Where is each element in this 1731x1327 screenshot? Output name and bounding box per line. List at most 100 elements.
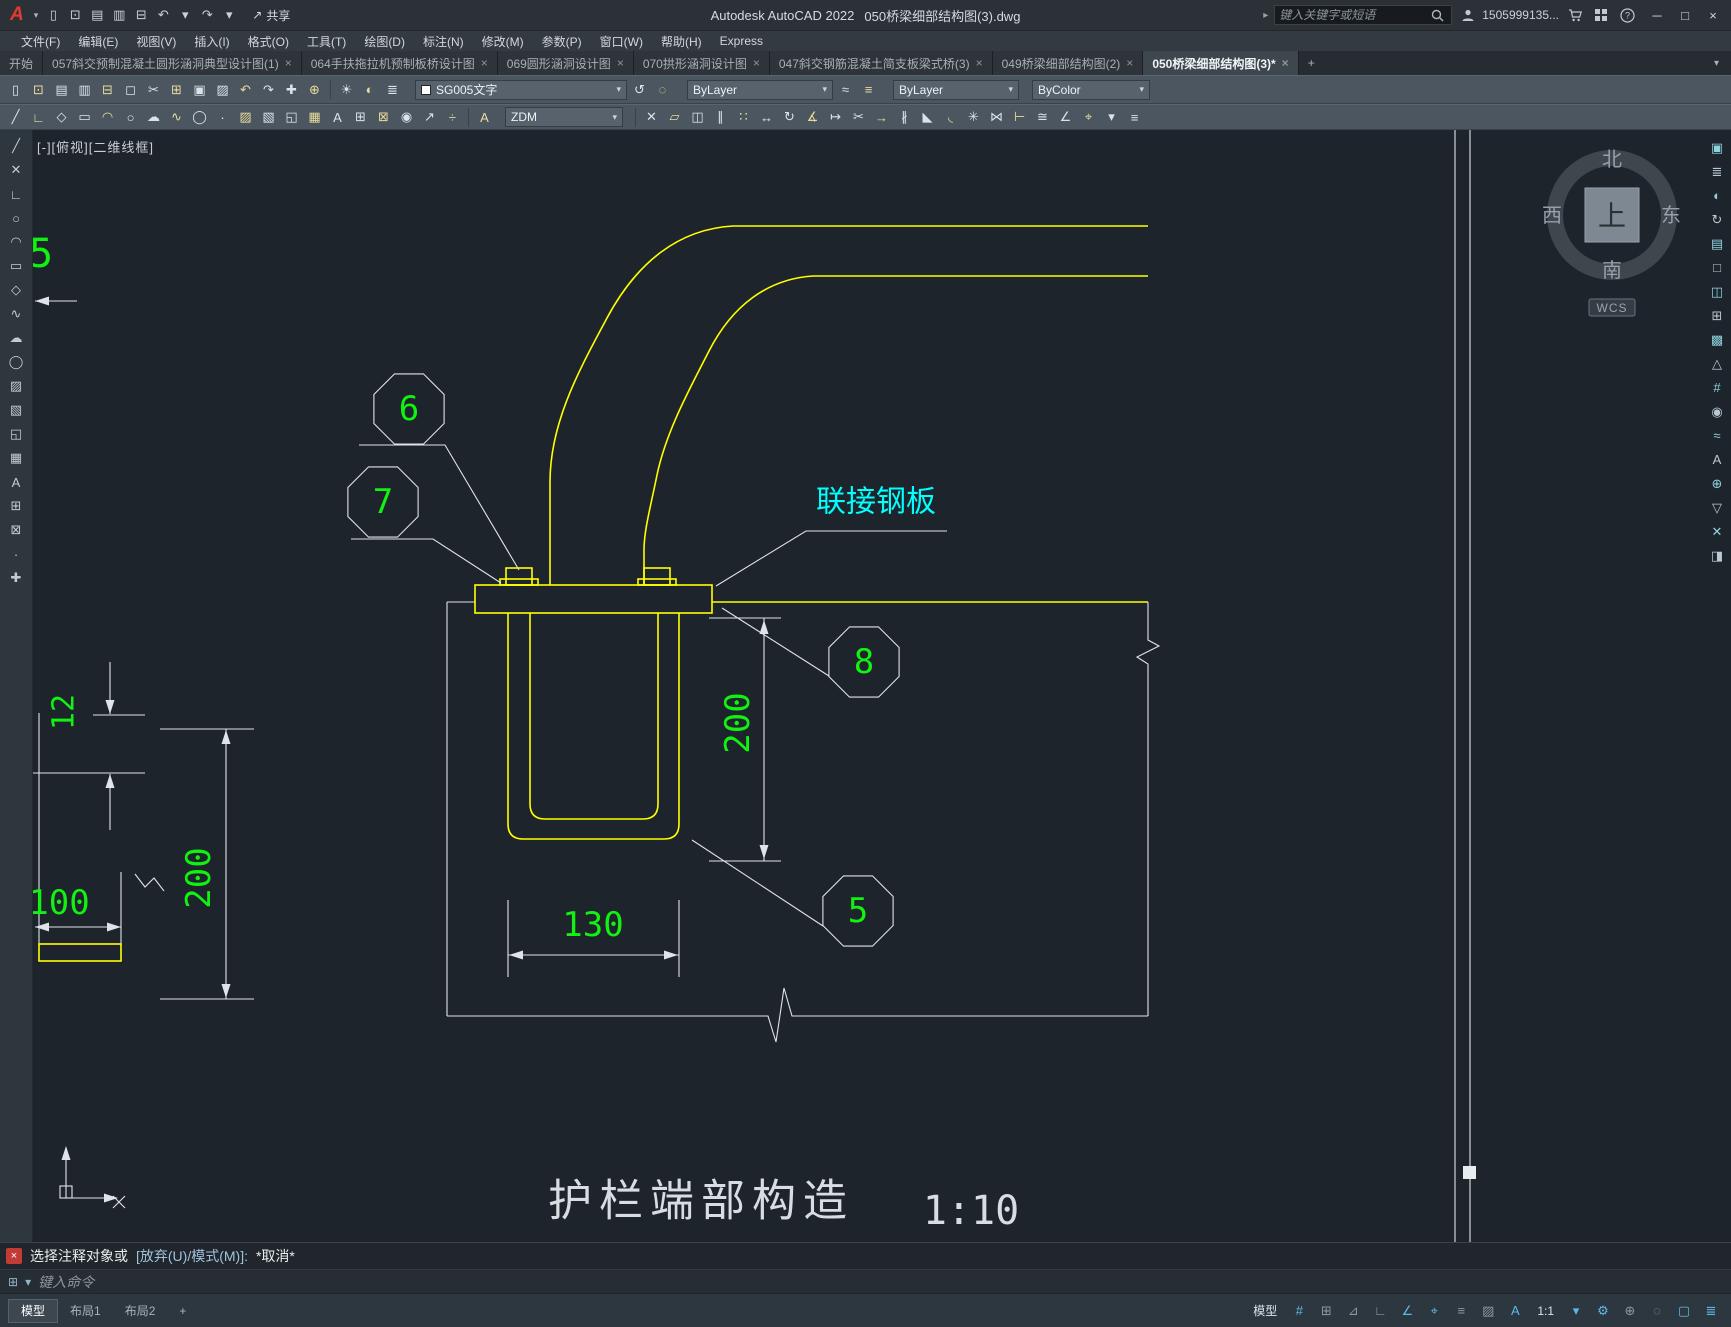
erase-icon[interactable]: ✕ <box>640 107 663 128</box>
menu-edit[interactable]: 编辑(E) <box>69 31 127 51</box>
nav-hatch-icon[interactable]: ▩ <box>1706 329 1728 350</box>
scale-icon[interactable]: ∡ <box>801 107 824 128</box>
callout-7[interactable]: 7 <box>347 466 502 584</box>
doc-tab-049[interactable]: 049桥梁细部结构图(2) × <box>992 51 1144 75</box>
stretch-icon[interactable]: ↦ <box>824 107 847 128</box>
menu-parametric[interactable]: 参数(P) <box>533 31 591 51</box>
osnap-icon[interactable]: ⌖ <box>1422 1300 1446 1322</box>
menu-express[interactable]: Express <box>711 31 772 51</box>
hardware-accel-icon[interactable]: ▢ <box>1672 1300 1696 1322</box>
tab-close-icon[interactable]: × <box>1126 56 1133 70</box>
arc-icon[interactable]: ◠ <box>96 107 119 128</box>
layout-tab-model[interactable]: 模型 <box>8 1298 59 1323</box>
tab-close-icon[interactable]: × <box>481 56 488 70</box>
layer-previous-icon[interactable]: ↺ <box>628 79 651 100</box>
fillet-icon[interactable]: ◟ <box>939 107 962 128</box>
object-color-combo[interactable]: ByLayer ▾ <box>687 79 833 100</box>
preview-icon[interactable]: ◻ <box>119 79 142 100</box>
dim-linear-icon[interactable]: ⊢ <box>1008 107 1031 128</box>
layer-on-icon[interactable]: ☀ <box>335 79 358 100</box>
doc-tab-057[interactable]: 057斜交预制混凝土圆形涵洞典型设计图(1) × <box>43 51 302 75</box>
region-icon[interactable]: ◱ <box>4 423 28 445</box>
transparency-icon[interactable]: ▨ <box>1476 1300 1500 1322</box>
tab-close-icon[interactable]: × <box>753 56 760 70</box>
polygon-icon[interactable]: ◇ <box>4 279 28 301</box>
nav-grid-icon[interactable]: # <box>1706 377 1728 398</box>
construction-line-icon[interactable]: ✕ <box>4 159 28 181</box>
annotation-icon[interactable]: A <box>1503 1300 1527 1322</box>
move-icon[interactable]: ↔ <box>755 107 778 128</box>
menu-format[interactable]: 格式(O) <box>239 31 298 51</box>
offset-icon[interactable]: ∥ <box>709 107 732 128</box>
scale-caret-icon[interactable]: ▾ <box>1564 1300 1588 1322</box>
annotation-monitor-icon[interactable]: ⊕ <box>1618 1300 1642 1322</box>
qat-new-icon[interactable]: ▯ <box>42 4 64 26</box>
close-button[interactable]: × <box>1699 1 1727 29</box>
viewcube[interactable]: 上 北 西 东 南 WCS <box>1542 148 1681 317</box>
tab-close-icon[interactable]: × <box>1282 56 1289 70</box>
viewport-controls[interactable]: [-][俯视][二维线框] <box>37 137 154 156</box>
menu-insert[interactable]: 插入(I) <box>185 31 238 51</box>
grid-icon[interactable]: # <box>1287 1300 1311 1322</box>
command-recent-icon[interactable]: ▾ <box>25 1275 31 1289</box>
hatch-icon[interactable]: ▨ <box>4 375 28 397</box>
polyline-icon[interactable]: ∟ <box>27 107 50 128</box>
maximize-button[interactable]: □ <box>1671 1 1699 29</box>
nav-collapse-icon[interactable]: ▽ <box>1706 497 1728 518</box>
rectangle-icon[interactable]: ▭ <box>73 107 96 128</box>
nav-layers-icon[interactable]: ≣ <box>1706 161 1728 182</box>
join-icon[interactable]: ⋈ <box>985 107 1008 128</box>
search-icon[interactable] <box>1427 5 1447 25</box>
workspace-icon[interactable]: ⚙ <box>1591 1300 1615 1322</box>
ortho-icon[interactable]: ∟ <box>1368 1300 1392 1322</box>
rectangle-icon[interactable]: ▭ <box>4 255 28 277</box>
command-customize-icon[interactable]: ⊞ <box>8 1275 18 1289</box>
region-icon[interactable]: ◱ <box>280 107 303 128</box>
nav-close-icon[interactable]: ✕ <box>1706 521 1728 542</box>
account-button[interactable]: 1505999135... <box>1458 5 1559 25</box>
new-icon[interactable]: ▯ <box>4 79 27 100</box>
model-space-canvas[interactable]: 5 12 100 200 200 130 6 7 8 5 联接钢板 护栏端部构造… <box>33 130 1731 1242</box>
gradient-icon[interactable]: ▧ <box>4 399 28 421</box>
command-input-row[interactable]: ⊞ ▾ 键入命令 <box>0 1269 1731 1294</box>
layer-freeze-icon[interactable]: ◐ <box>358 79 381 100</box>
nav-refresh-icon[interactable]: ↻ <box>1706 209 1728 230</box>
customize-icon[interactable]: ≣ <box>1699 1300 1723 1322</box>
dim-aligned-icon[interactable]: ≅ <box>1031 107 1054 128</box>
properties-icon[interactable]: ≡ <box>1123 107 1146 128</box>
tab-overflow-icon[interactable]: ▾ <box>1702 51 1731 75</box>
insert-block-icon[interactable]: ⊞ <box>4 495 28 517</box>
layout-tab-layout1[interactable]: 布局1 <box>58 1299 113 1323</box>
ellipse-icon[interactable]: ◯ <box>4 351 28 373</box>
pan-icon[interactable]: ✚ <box>280 79 303 100</box>
logo-caret-icon[interactable]: ▾ <box>34 10 39 21</box>
mtext-icon[interactable]: A <box>326 107 349 128</box>
tab-close-icon[interactable]: × <box>617 56 624 70</box>
table-icon[interactable]: ▦ <box>303 107 326 128</box>
command-input-hint[interactable]: 键入命令 <box>38 1272 94 1292</box>
menu-modify[interactable]: 修改(M) <box>473 31 533 51</box>
doc-tab-047[interactable]: 047斜交钢筋混凝土简支板梁式桥(3) × <box>769 51 993 75</box>
line-icon[interactable]: ╱ <box>4 135 28 157</box>
layout-tab-layout2[interactable]: 布局2 <box>113 1299 168 1323</box>
isolate-objects-icon[interactable]: ◌ <box>1645 1300 1669 1322</box>
wcs-button[interactable]: WCS <box>1588 298 1636 317</box>
linetype-icon[interactable]: ≈ <box>834 79 857 100</box>
polar-icon[interactable]: ∠ <box>1395 1300 1419 1322</box>
nav-orbit-icon[interactable]: △ <box>1706 353 1728 374</box>
nav-viewport-icon[interactable]: ◫ <box>1706 281 1728 302</box>
copy-icon[interactable]: ⊞ <box>165 79 188 100</box>
doc-tab-070[interactable]: 070拱形涵洞设计图 × <box>633 51 770 75</box>
undo-icon[interactable]: ↶ <box>234 79 257 100</box>
saveas-icon[interactable]: ▥ <box>73 79 96 100</box>
layer-combo[interactable]: SG005文字 ▾ <box>415 79 627 100</box>
qat-redo-caret-icon[interactable]: ▾ <box>218 4 240 26</box>
break-icon[interactable]: ∦ <box>893 107 916 128</box>
move-icon[interactable]: ✚ <box>4 567 28 589</box>
doc-tab-069[interactable]: 069圆形涵洞设计图 × <box>497 51 634 75</box>
qat-saveas-icon[interactable]: ▥ <box>108 4 130 26</box>
table-icon[interactable]: ▦ <box>4 447 28 469</box>
donut-icon[interactable]: ◉ <box>395 107 418 128</box>
extend-icon[interactable]: → <box>870 107 893 128</box>
callout-6[interactable]: 6 <box>359 373 520 571</box>
